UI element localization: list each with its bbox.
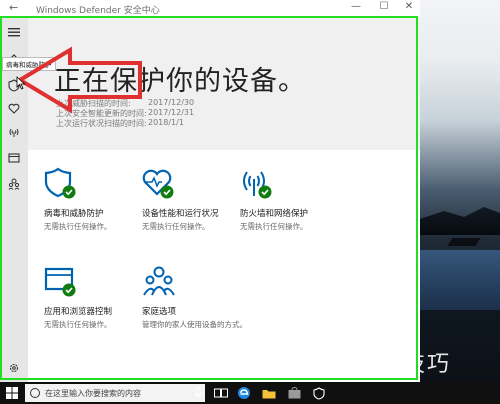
task-view-icon[interactable]: [213, 385, 229, 401]
update-time-value: 2017/12/31: [148, 108, 195, 117]
microphone-icon[interactable]: [190, 385, 206, 401]
tile-name: 防火墙和网络保护: [240, 209, 309, 219]
scan-time-value: 2017/12/30: [148, 98, 195, 107]
sidebar-heart-icon[interactable]: [4, 99, 24, 117]
tile-name: 家庭选项: [142, 307, 177, 317]
sidebar-wifi-icon[interactable]: [4, 123, 24, 141]
family-icon: [143, 266, 175, 296]
back-button[interactable]: ←: [9, 1, 18, 14]
settings-gear-icon[interactable]: [4, 359, 24, 377]
page-title: 正在保护你的设备。: [54, 66, 306, 97]
heart-check-icon: [142, 169, 174, 199]
health-scan-time-value: 2018/1/1: [148, 118, 184, 127]
tile-status: 无需执行任何操作。: [240, 222, 308, 231]
hamburger-menu-icon[interactable]: [4, 23, 24, 41]
desktop-wallpaper: [420, 0, 500, 404]
title-bar: ← Windows Defender 安全中心 — ☐ ✕: [0, 0, 420, 17]
taskbar-search-box[interactable]: 在这里输入你要搜索的内容: [25, 384, 205, 402]
wifi-check-icon: [243, 171, 272, 199]
minimize-button[interactable]: —: [346, 1, 366, 12]
mouse-cursor-icon: [16, 76, 26, 90]
tile-firewall[interactable]: 防火墙和网络保护 无需执行任何操作。: [240, 167, 360, 232]
window-title: Windows Defender 安全中心: [36, 6, 160, 16]
shield-check-icon: [44, 167, 76, 199]
taskbar: 在这里输入你要搜索的内容: [0, 382, 500, 404]
sidebar-family-icon[interactable]: [4, 175, 24, 193]
watermark: 软件技巧: [355, 352, 452, 377]
defender-window: ← Windows Defender 安全中心 — ☐ ✕ 正在保护你的设备。 …: [0, 0, 420, 382]
cortana-icon: [30, 388, 40, 398]
store-icon[interactable]: [286, 385, 302, 401]
sidebar-tooltip: 病毒和威胁防护: [2, 57, 56, 71]
maximize-button[interactable]: ☐: [374, 1, 394, 12]
health-scan-time-label: 上次运行状况扫描的时间:: [56, 119, 147, 128]
security-center-taskbar-icon[interactable]: [311, 385, 327, 401]
status-hero: 正在保护你的设备。 上次威胁扫描的时间: 2017/12/30 上次安全智能更新…: [28, 17, 420, 150]
file-explorer-icon[interactable]: [261, 385, 277, 401]
windows-start-icon[interactable]: [6, 387, 18, 399]
tile-family-options[interactable]: 家庭选项 管理你的家人使用设备的方式。: [142, 265, 262, 330]
edge-browser-icon[interactable]: [236, 385, 252, 401]
tile-status: 管理你的家人使用设备的方式。: [142, 320, 247, 329]
sidebar-browser-icon[interactable]: [4, 149, 24, 167]
browser-check-icon: [44, 267, 76, 297]
close-button[interactable]: ✕: [399, 1, 419, 12]
sidebar: [0, 17, 28, 382]
search-placeholder: 在这里输入你要搜索的内容: [45, 389, 141, 398]
